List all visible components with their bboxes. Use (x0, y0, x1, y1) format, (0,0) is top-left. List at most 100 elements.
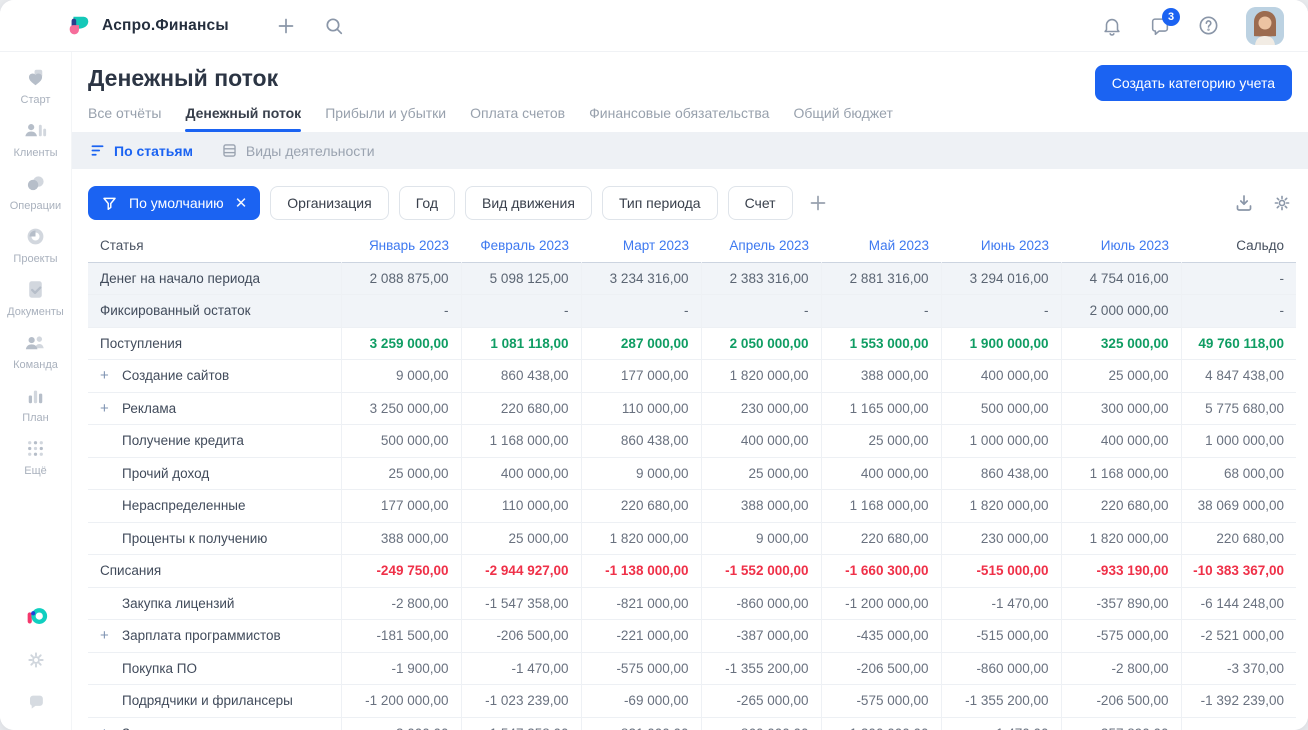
sidebar-item-clients[interactable]: Клиенты (7, 117, 64, 159)
filter-default-chip[interactable]: По умолчанию ✕ (88, 186, 261, 220)
cell-saldo: 220 680,00 (1180, 522, 1296, 555)
search-button[interactable] (323, 15, 345, 37)
table-row[interactable]: Покупка ПО -1 900,00 -1 470,00 -575 000,00-… (88, 652, 1296, 685)
table-row[interactable]: Получение кредита 500 000,00 1 168 000,00 8… (88, 424, 1296, 457)
table-row[interactable]: + Создание сайтов 9 000,00 860 438,00 177 00… (88, 359, 1296, 392)
sidebar-item-documents[interactable]: Документы (7, 276, 64, 318)
column-header-month[interactable]: Март 2023 (581, 229, 701, 262)
cell-value: 3 250 000,00 (340, 392, 461, 425)
cell-value: -3 000,00 (340, 717, 461, 730)
expand-plus-icon[interactable]: + (100, 400, 122, 417)
sidebar: Старт Клиенты Операции Проекты Документы Кома… (0, 52, 72, 730)
add-filter-icon[interactable] (808, 193, 828, 213)
sidebar-item-projects[interactable]: Проекты (7, 223, 64, 265)
sidebar-item-label: Старт (20, 94, 51, 106)
sidebar-item-start[interactable]: Старт (7, 64, 64, 106)
messages-badge: 3 (1162, 7, 1180, 26)
clear-filter-icon[interactable]: ✕ (235, 194, 248, 212)
user-avatar[interactable] (1246, 6, 1284, 45)
tab-прибыли-и-убытки[interactable]: Прибыли и убытки (325, 105, 446, 132)
table-row[interactable]: Прочий доход 25 000,00 400 000,00 9 000,00 2… (88, 457, 1296, 490)
tab-общий-бюджет[interactable]: Общий бюджет (793, 105, 892, 132)
expand-plus-icon[interactable]: + (100, 367, 122, 384)
sidebar-item-operations[interactable]: Операции (7, 170, 64, 212)
filter-chip-организация[interactable]: Организация (270, 186, 389, 220)
cell-value: 1 168 000,00 (1060, 457, 1181, 490)
row-label: Проценты к получению (122, 530, 268, 546)
sidebar-item-team[interactable]: Команда (7, 329, 64, 371)
table-row[interactable]: Поступления 3 259 000,00 1 081 118,00 287 0… (88, 327, 1296, 360)
expand-plus-icon[interactable]: + (100, 725, 122, 730)
cell-saldo: 4 847 438,00 (1180, 359, 1296, 392)
table-row[interactable]: Подрядчики и фрилансеры -1 200 000,00 -1 0… (88, 684, 1296, 717)
filter-chip-вид-движения[interactable]: Вид движения (465, 186, 592, 220)
table-row[interactable]: Списания -249 750,00 -2 944 927,00 -1 138 0… (88, 554, 1296, 587)
cell-value: -860 000,00 (700, 587, 821, 620)
view-switcher: По статьям Виды деятельности (72, 132, 1308, 169)
table-row[interactable]: Проценты к получению 388 000,00 25 000,00 1… (88, 522, 1296, 555)
messages-icon[interactable]: 3 (1149, 7, 1180, 37)
table-row[interactable]: + Реклама 3 250 000,00 220 680,00 110 000,00… (88, 392, 1296, 425)
expand-plus-icon[interactable]: + (100, 627, 122, 644)
row-label: Зарплата программистов (122, 628, 281, 644)
cell-value: -221 000,00 (580, 619, 701, 652)
row-label: Получение кредита (122, 433, 244, 449)
cell-value: 400 000,00 (700, 424, 821, 457)
column-header-month[interactable]: Январь 2023 (341, 229, 461, 262)
cell-value: -181 500,00 (340, 619, 461, 652)
cell-value: -357 890,00 (1060, 717, 1181, 730)
export-download-icon[interactable] (1234, 193, 1254, 213)
row-label: Реклама (122, 400, 177, 416)
cell-value: -575 000,00 (820, 684, 941, 717)
subtab-by-items[interactable]: По статьям (89, 142, 193, 159)
tab-финансовые-обязательства[interactable]: Финансовые обязательства (589, 105, 769, 132)
support-chat-icon[interactable] (24, 690, 48, 714)
help-icon[interactable] (1197, 14, 1220, 37)
cell-value: -2 944 927,00 (460, 554, 581, 587)
add-button[interactable] (275, 15, 297, 37)
table-row[interactable]: Нераспределенные 177 000,00 110 000,00 220 … (88, 489, 1296, 522)
cell-value: 3 294 016,00 (940, 262, 1061, 295)
column-header-month[interactable]: Июнь 2023 (941, 229, 1061, 262)
table-row[interactable]: + Зарплата программистов -181 500,00 -206 5… (88, 619, 1296, 652)
cell-value: 220 680,00 (460, 392, 581, 425)
column-header-month[interactable]: Февраль 2023 (461, 229, 581, 262)
cell-value: 1 000 000,00 (940, 424, 1061, 457)
row-label: Поступления (100, 335, 183, 351)
cell-value: 1 168 000,00 (820, 489, 941, 522)
cell-value: -1 470,00 (460, 652, 581, 685)
column-header-month[interactable]: Апрель 2023 (701, 229, 821, 262)
cell-saldo: 68 000,00 (1180, 457, 1296, 490)
column-header-month[interactable]: Май 2023 (821, 229, 941, 262)
cell-saldo: 5 775 680,00 (1180, 392, 1296, 425)
table-row[interactable]: +Зарплата программистов -3 000,00-1 547 3… (88, 717, 1296, 730)
cell-value: -1 138 000,00 (580, 554, 701, 587)
cell-value: 1 820 000,00 (1060, 522, 1181, 555)
sidebar-item-label: План (22, 412, 49, 424)
tab-оплата-счетов[interactable]: Оплата счетов (470, 105, 565, 132)
sidebar-item-plan[interactable]: План (7, 382, 64, 424)
create-category-button[interactable]: Создать категорию учета (1094, 65, 1292, 101)
filter-chip-счет[interactable]: Счет (727, 186, 793, 220)
table-row[interactable]: Денег на начало периода 2 088 875,00 5 098… (88, 262, 1296, 295)
tab-все-отчёты[interactable]: Все отчёты (88, 105, 161, 132)
subtab-activity-types[interactable]: Виды деятельности (221, 142, 375, 159)
table-row[interactable]: Закупка лицензий -2 800,00 -1 547 358,00 -8… (88, 587, 1296, 620)
notifications-icon[interactable] (1101, 15, 1123, 37)
row-label: Денег на начало периода (100, 270, 260, 286)
cell-value: 860 438,00 (580, 424, 701, 457)
cell-value: - (340, 294, 461, 327)
table-row[interactable]: Фиксированный остаток - - - - - -2 000 000,00- (88, 294, 1296, 327)
sidebar-item-label: Операции (9, 200, 62, 212)
settings-gear-icon[interactable] (24, 648, 48, 672)
tab-денежный-поток[interactable]: Денежный поток (185, 105, 301, 132)
filter-chip-год[interactable]: Год (398, 186, 455, 220)
table-settings-gear-icon[interactable] (1272, 193, 1292, 213)
filter-chip-тип-периода[interactable]: Тип периода (601, 186, 718, 220)
sidebar-item-more[interactable]: Ещё (7, 435, 64, 477)
column-header-month[interactable]: Июль 2023 (1061, 229, 1181, 262)
cell-value: 110 000,00 (460, 489, 581, 522)
cell-value: 2 088 875,00 (340, 262, 461, 295)
aspro-mini-logo-icon[interactable] (23, 604, 49, 630)
cell-value: -2 800,00 (340, 587, 461, 620)
